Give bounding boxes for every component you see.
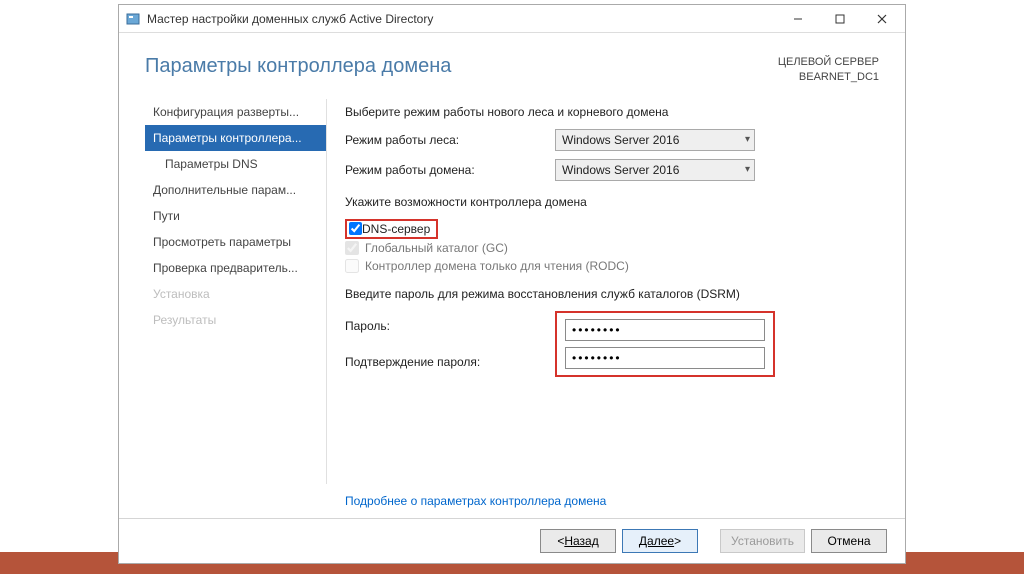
more-info-link[interactable]: Подробнее о параметрах контроллера домен… <box>345 494 606 508</box>
close-button[interactable] <box>861 6 903 32</box>
dsrm-confirm-password-input[interactable] <box>565 347 765 369</box>
highlight-dns-checkbox: DNS-сервер <box>345 219 438 239</box>
dsrm-password-input[interactable] <box>565 319 765 341</box>
cancel-button[interactable]: Отмена <box>811 529 887 553</box>
install-button-label: Установить <box>731 534 794 548</box>
page-title: Параметры контроллера домена <box>145 55 451 78</box>
dsrm-heading: Введите пароль для режима восстановления… <box>345 287 879 301</box>
forest-level-value: Windows Server 2016 <box>562 133 679 147</box>
confirm-password-label: Подтверждение пароля: <box>345 355 541 369</box>
window-title: Мастер настройки доменных служб Active D… <box>147 12 777 26</box>
global-catalog-label: Глобальный каталог (GC) <box>365 241 508 255</box>
sidebar-item-additional-options[interactable]: Дополнительные парам... <box>145 177 327 203</box>
dns-server-checkbox[interactable] <box>349 222 362 235</box>
next-button-label: Далее <box>639 534 674 548</box>
sidebar-item-dc-options[interactable]: Параметры контроллера... <box>145 125 327 151</box>
chevron-down-icon: ▾ <box>745 134 750 145</box>
rodc-checkbox <box>345 259 359 273</box>
chevron-down-icon: ▾ <box>745 164 750 175</box>
sidebar-item-deployment-config[interactable]: Конфигурация разверты... <box>145 99 327 125</box>
dns-server-label: DNS-сервер <box>362 222 430 236</box>
target-server-label: ЦЕЛЕВОЙ СЕРВЕР <box>778 55 879 70</box>
minimize-button[interactable] <box>777 6 819 32</box>
wizard-sidebar: Конфигурация разверты... Параметры контр… <box>145 99 327 484</box>
password-label: Пароль: <box>345 319 541 333</box>
sidebar-item-results: Результаты <box>145 307 327 333</box>
functional-level-heading: Выберите режим работы нового леса и корн… <box>345 105 879 119</box>
sidebar-item-dns-options[interactable]: Параметры DNS <box>145 151 327 177</box>
target-server-box: ЦЕЛЕВОЙ СЕРВЕР BEARNET_DC1 <box>778 55 879 85</box>
wizard-window: Мастер настройки доменных служб Active D… <box>118 4 906 564</box>
rodc-label: Контроллер домена только для чтения (ROD… <box>365 259 629 273</box>
capabilities-heading: Укажите возможности контроллера домена <box>345 195 879 209</box>
sidebar-item-review-options[interactable]: Просмотреть параметры <box>145 229 327 255</box>
maximize-button[interactable] <box>819 6 861 32</box>
wizard-footer: < Назад Далее > Установить Отмена <box>119 518 905 563</box>
forest-level-label: Режим работы леса: <box>345 133 555 147</box>
window-controls <box>777 6 903 32</box>
install-button: Установить <box>720 529 805 553</box>
domain-level-value: Windows Server 2016 <box>562 163 679 177</box>
highlight-password-fields <box>555 311 775 377</box>
domain-level-dropdown[interactable]: Windows Server 2016 ▾ <box>555 159 755 181</box>
cancel-button-label: Отмена <box>827 534 870 548</box>
back-button-label: Назад <box>564 534 598 548</box>
next-button[interactable]: Далее > <box>622 529 698 553</box>
sidebar-item-paths[interactable]: Пути <box>145 203 327 229</box>
wizard-content: Выберите режим работы нового леса и корн… <box>326 99 905 484</box>
back-button[interactable]: < Назад <box>540 529 616 553</box>
domain-level-label: Режим работы домена: <box>345 163 555 177</box>
title-bar: Мастер настройки доменных служб Active D… <box>119 5 905 33</box>
target-server-name: BEARNET_DC1 <box>778 70 879 85</box>
app-icon <box>125 11 141 27</box>
sidebar-item-prereq-check[interactable]: Проверка предваритель... <box>145 255 327 281</box>
sidebar-item-installation: Установка <box>145 281 327 307</box>
global-catalog-checkbox <box>345 241 359 255</box>
forest-level-dropdown[interactable]: Windows Server 2016 ▾ <box>555 129 755 151</box>
header-area: Параметры контроллера домена ЦЕЛЕВОЙ СЕР… <box>119 33 905 99</box>
